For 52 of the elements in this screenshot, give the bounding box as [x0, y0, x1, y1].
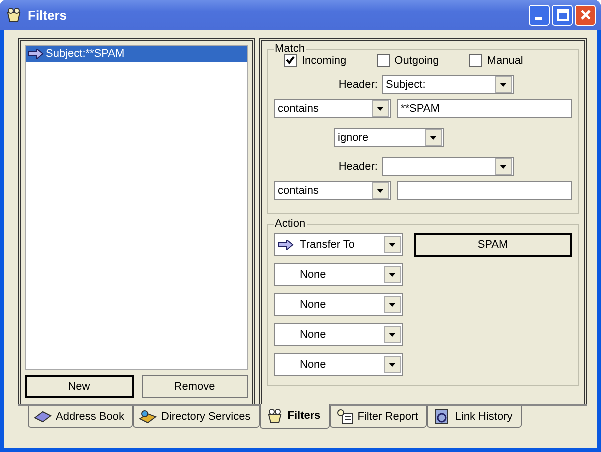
joiner-dropdown[interactable]: ignore [334, 128, 444, 147]
caret-icon [389, 332, 396, 336]
group-title: Action [274, 218, 307, 230]
caret-icon [377, 188, 384, 192]
tab[interactable]: Directory Services [133, 406, 260, 428]
action-dropdown[interactable]: None [274, 293, 403, 316]
checkbox[interactable]: Incoming [284, 54, 347, 67]
filter-button[interactable]: New [25, 375, 134, 398]
header-dropdown[interactable]: Subject: [382, 75, 514, 94]
maximize-button[interactable] [552, 4, 573, 26]
caret-icon [500, 164, 507, 168]
header-label: Header: [338, 78, 378, 90]
arrow-icon [28, 49, 44, 59]
tab[interactable]: Filters [260, 404, 330, 429]
group-title: Match [274, 43, 306, 55]
tab[interactable]: Address Book [28, 406, 134, 428]
folder-button[interactable]: SPAM [414, 233, 572, 257]
action-dropdown[interactable]: None [274, 353, 403, 376]
operator-dropdown[interactable]: contains [274, 99, 391, 118]
action-dropdown[interactable]: None [274, 323, 403, 346]
caret-icon [430, 136, 437, 140]
caret-icon [377, 106, 384, 110]
filter-item[interactable]: Subject:**SPAM [26, 46, 247, 62]
tab[interactable]: Link History [427, 406, 522, 428]
caret-icon [389, 242, 396, 246]
arrow-icon [278, 240, 294, 250]
checkmark-icon [286, 56, 295, 65]
caret-icon [389, 302, 396, 306]
value-field[interactable] [397, 181, 572, 200]
minimize-icon [534, 17, 542, 20]
basket-icon [6, 7, 22, 23]
action-dropdown[interactable]: Transfer To [274, 233, 403, 256]
close-icon [580, 9, 592, 21]
action-dropdown[interactable]: None [274, 263, 403, 286]
basket-icon [266, 408, 284, 424]
maximize-icon [556, 9, 568, 21]
header-label: Header: [338, 160, 378, 172]
report-icon [336, 408, 354, 424]
checkbox[interactable]: Manual [469, 54, 524, 67]
value-field[interactable]: **SPAM [397, 99, 572, 118]
caret-icon [389, 362, 396, 366]
minimize-button[interactable] [529, 4, 550, 26]
window-title: Filters [28, 8, 68, 22]
caret-icon [389, 272, 396, 276]
page-icon [433, 408, 452, 424]
tab[interactable]: Filter Report [330, 406, 428, 428]
header-dropdown[interactable] [382, 157, 514, 176]
checkbox[interactable]: Outgoing [376, 54, 440, 67]
filter-button[interactable]: Remove [142, 375, 248, 398]
caret-icon [500, 82, 507, 86]
operator-dropdown[interactable]: contains [274, 181, 391, 200]
close-button[interactable] [575, 4, 596, 26]
